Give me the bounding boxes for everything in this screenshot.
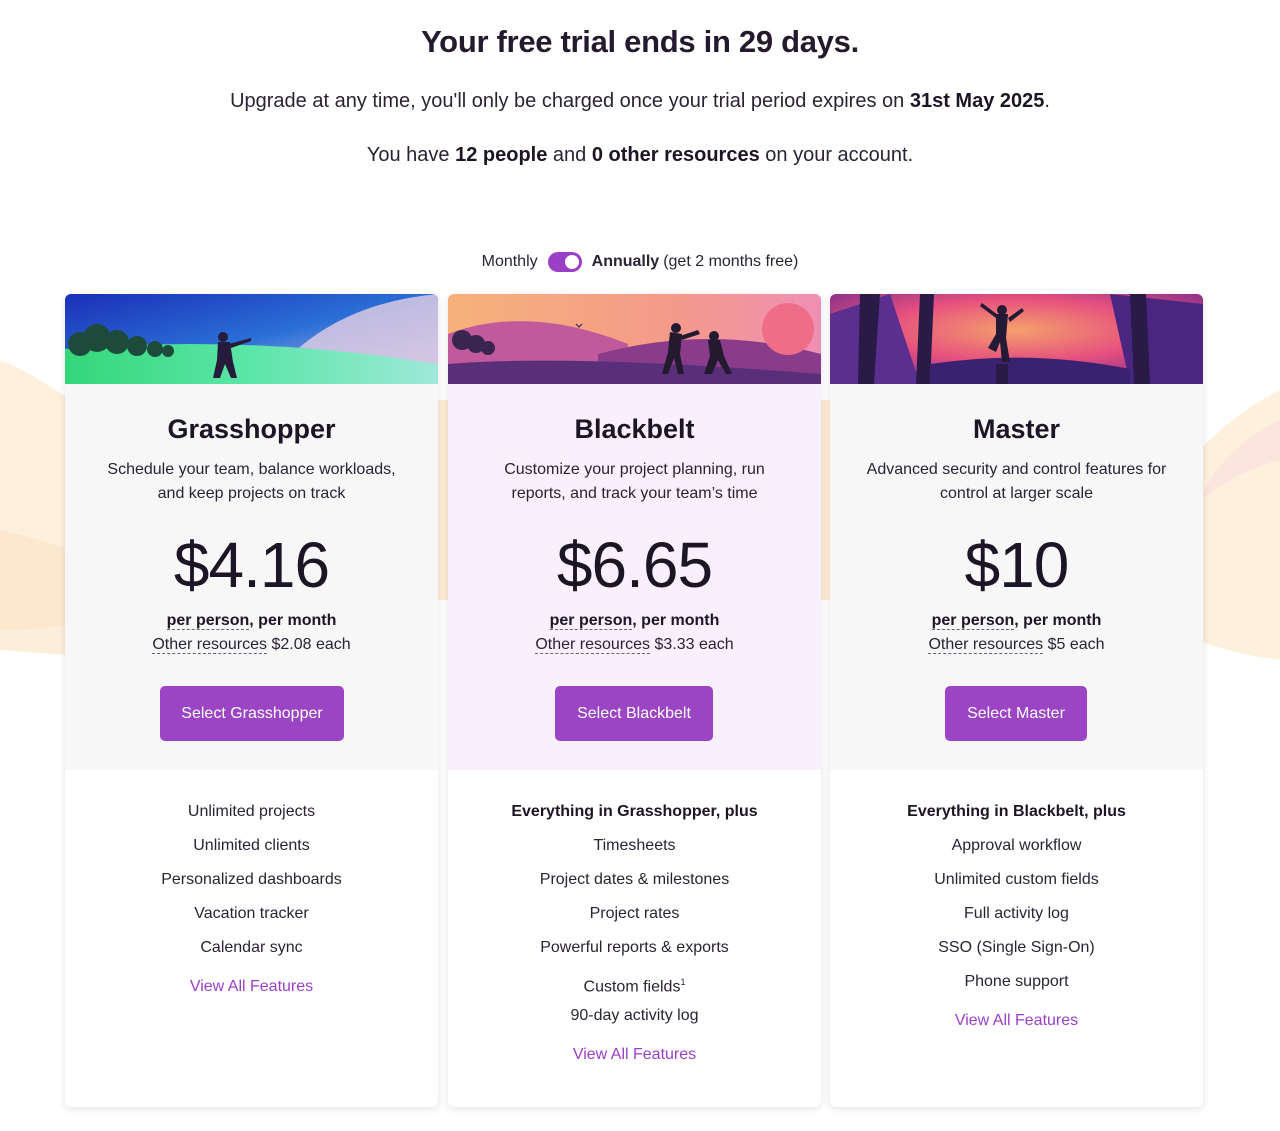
feature-item: Phone support (964, 973, 1069, 990)
billing-period-toggle: Monthly Annually (get 2 months free) (0, 252, 1280, 272)
select-grasshopper-button[interactable]: Select Grasshopper (160, 686, 344, 741)
plan-name: Grasshopper (167, 414, 336, 444)
resources-count: 0 other resources (591, 144, 760, 166)
features-lead: Everything in Blackbelt, plus (907, 803, 1126, 820)
trial-end-date: 31st May 2025 (909, 90, 1045, 112)
feature-item: Powerful reports & exports (540, 939, 729, 956)
price-unit: per person, per month (549, 612, 720, 630)
trial-title: Your free trial ends in 29 days. (421, 24, 859, 59)
features-lead: Everything in Grasshopper, plus (511, 803, 758, 820)
account-prefix: You have (366, 144, 450, 166)
account-suffix: on your account. (765, 144, 914, 166)
annually-label[interactable]: Annually (592, 253, 660, 271)
feature-item: Project dates & milestones (539, 871, 730, 888)
feature-item: Timesheets (593, 837, 676, 854)
view-all-features-link[interactable]: View All Features (448, 1046, 821, 1064)
plan-price: $6.65 (556, 529, 713, 601)
feature-item: Unlimited clients (193, 837, 310, 854)
view-all-features-link[interactable]: View All Features (65, 978, 438, 996)
billing-switch[interactable] (547, 252, 582, 272)
select-master-button[interactable]: Select Master (945, 686, 1087, 741)
feature-list: Unlimited projects Unlimited clients Per… (65, 800, 438, 996)
plan-description: Customize your project planning, run rep… (504, 461, 765, 502)
feature-item-custom-fields: Custom fields1 (583, 977, 686, 996)
view-all-features-link[interactable]: View All Features (830, 1012, 1203, 1030)
other-resources-tooltip[interactable]: Other resources (152, 636, 268, 654)
plan-card-master: Master Advanced security and control fea… (830, 294, 1203, 1107)
feature-item: Personalized dashboards (161, 871, 342, 888)
footnote-marker: 1 (680, 977, 686, 987)
other-resources-price: Other resources $2.08 each (152, 636, 351, 654)
feature-list: Everything in Blackbelt, plus Approval w… (830, 800, 1203, 1030)
other-resources-price: Other resources $5 each (928, 636, 1105, 654)
blackbelt-banner-illustration (448, 294, 821, 384)
feature-item: Vacation tracker (194, 905, 309, 922)
plan-description: Advanced security and control features f… (866, 461, 1167, 502)
price-unit: per person, per month (166, 612, 337, 630)
other-resources-tooltip[interactable]: Other resources (928, 636, 1044, 654)
trial-subtitle: Upgrade at any time, you'll only be char… (230, 90, 1050, 112)
feature-item: Project rates (589, 905, 680, 922)
account-and: and (552, 144, 587, 166)
price-unit: per person, per month (931, 612, 1102, 630)
other-resources-tooltip[interactable]: Other resources (535, 636, 651, 654)
plan-name: Blackbelt (574, 414, 695, 444)
people-count: 12 people (455, 144, 548, 166)
per-person-tooltip[interactable]: per person (931, 612, 1015, 630)
other-resources-price: Other resources $3.33 each (535, 636, 734, 654)
plan-price: $10 (964, 529, 1070, 601)
plan-card-grasshopper: Grasshopper Schedule your team, balance … (65, 294, 438, 1107)
feature-item: Unlimited custom fields (934, 871, 1099, 888)
per-person-tooltip[interactable]: per person (549, 612, 633, 630)
per-person-tooltip[interactable]: per person (166, 612, 250, 630)
select-blackbelt-button[interactable]: Select Blackbelt (555, 686, 713, 741)
annually-note: (get 2 months free) (663, 253, 799, 270)
monthly-label[interactable]: Monthly (482, 253, 538, 271)
feature-item: 90-day activity log (570, 1007, 699, 1024)
feature-item: Calendar sync (200, 939, 303, 956)
master-banner-illustration (830, 294, 1203, 384)
grasshopper-banner-illustration (65, 294, 438, 384)
feature-item: Unlimited projects (187, 803, 316, 820)
feature-item: Full activity log (964, 905, 1069, 922)
account-summary: You have 12 people and 0 other resources… (0, 144, 1280, 167)
trial-subtitle-text: Upgrade at any time, you'll only be char… (230, 90, 905, 112)
plan-price: $4.16 (173, 529, 330, 601)
feature-list: Everything in Grasshopper, plus Timeshee… (448, 800, 821, 1064)
feature-item: Approval workflow (951, 837, 1082, 854)
plan-description: Schedule your team, balance workloads, a… (107, 461, 396, 502)
plan-card-blackbelt: Blackbelt Customize your project plannin… (448, 294, 821, 1107)
feature-item: SSO (Single Sign-On) (938, 939, 1095, 956)
switch-knob (564, 255, 579, 269)
plan-name: Master (972, 414, 1061, 444)
